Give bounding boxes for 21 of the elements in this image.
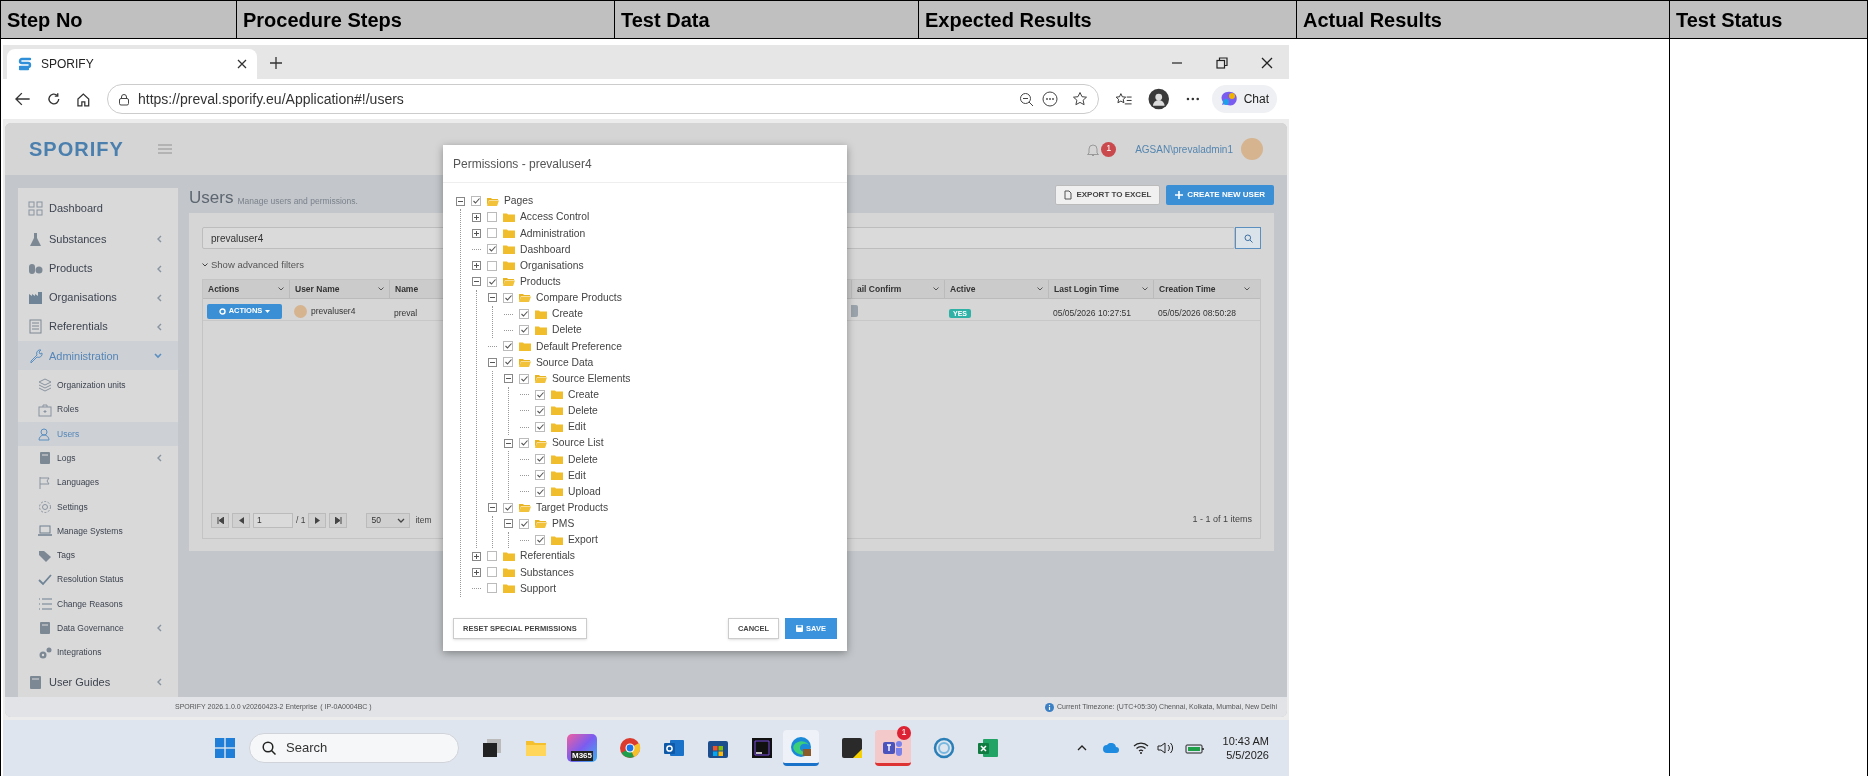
page-total: / 1 <box>296 513 306 527</box>
notification-badge: 1 <box>897 726 911 740</box>
page-subtitle: Manage users and permissions. <box>237 195 358 208</box>
table-cell: 05/05/2026 08:50:28 <box>1158 308 1236 318</box>
column-header: Test Status <box>1676 7 1783 33</box>
tab-title: SPORIFY <box>41 56 95 73</box>
dialog-title: Permissions - prevaluser4 <box>453 155 592 173</box>
column-header: Actual Results <box>1303 7 1442 33</box>
app-logo: SPORIFY <box>29 137 124 162</box>
column-header: Test Data <box>621 7 710 33</box>
table-cell: prevaluser4 <box>311 304 356 318</box>
pager-summary: 1 - 1 of 1 items <box>1192 513 1252 527</box>
table-cell: preval <box>394 308 418 318</box>
table-cell: 05/05/2026 10:27:51 <box>1053 308 1131 318</box>
items-per-page-label: item <box>415 513 432 527</box>
page-title: Users <box>189 188 234 208</box>
column-header: Step No <box>7 7 83 33</box>
app-label: M365 <box>571 751 593 761</box>
column-header: Expected Results <box>925 7 1092 33</box>
notification-badge: 1 <box>1101 141 1117 157</box>
column-header: Procedure Steps <box>243 7 402 33</box>
